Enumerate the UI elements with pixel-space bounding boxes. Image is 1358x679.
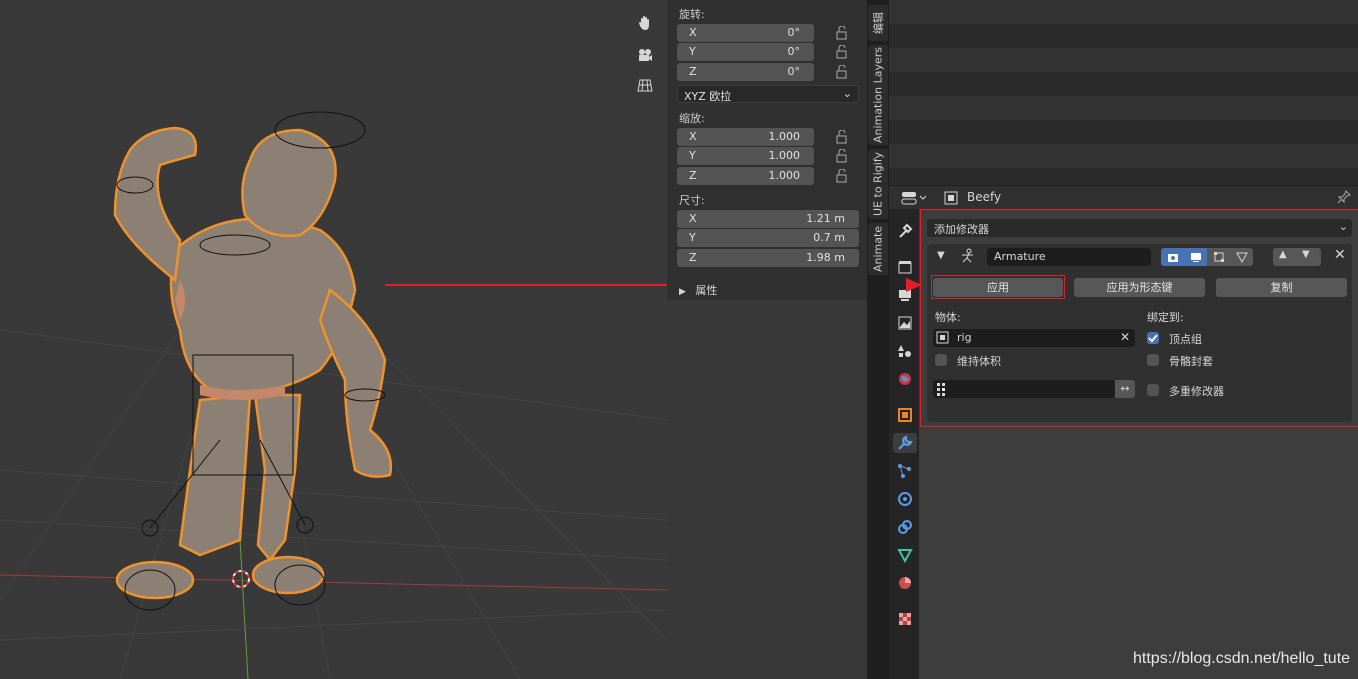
scale-x-field[interactable]: X 1.000 bbox=[677, 128, 814, 146]
scene-canvas[interactable] bbox=[0, 0, 667, 679]
constraints-icon[interactable] bbox=[895, 517, 915, 537]
rotation-label: 旋转: bbox=[679, 8, 705, 21]
texture-icon[interactable] bbox=[895, 609, 915, 629]
lock-scale-y-icon[interactable] bbox=[835, 149, 849, 163]
3d-viewport[interactable] bbox=[0, 0, 667, 679]
rotation-z-field[interactable]: Z 0° bbox=[677, 63, 814, 81]
properties-header: Beefy bbox=[889, 185, 1358, 210]
pin-icon[interactable] bbox=[1337, 190, 1351, 207]
properties-subpanel-header[interactable]: ▶ 属性 bbox=[679, 282, 717, 298]
scale-z-field[interactable]: Z 1.000 bbox=[677, 167, 814, 185]
grid-ortho-icon[interactable] bbox=[631, 72, 659, 98]
lock-scale-x-icon[interactable] bbox=[835, 130, 849, 144]
annotation-highlight-panel bbox=[920, 209, 1358, 427]
transform-section: 旋转: X 0° Y 0° Z 0° XYZ 欧拉 ⌄ 缩放: X 1.000 Y 1.00… bbox=[667, 0, 867, 300]
modifier-wrench-icon[interactable] bbox=[893, 433, 917, 453]
lock-rotation-x-icon[interactable] bbox=[835, 26, 849, 40]
lock-scale-z-icon[interactable] bbox=[835, 169, 849, 183]
watermark: https://blog.csdn.net/hello_tute bbox=[1133, 650, 1351, 667]
scale-y-field[interactable]: Y 1.000 bbox=[677, 147, 814, 165]
lock-rotation-y-icon[interactable] bbox=[835, 45, 849, 59]
dimensions-z-field[interactable]: Z 1.98 m bbox=[677, 249, 859, 267]
dimensions-label: 尺寸: bbox=[679, 194, 705, 207]
sidebar-vertical-tabs: 编辑 Animation Layers UE to Rigify Animate bbox=[867, 0, 889, 679]
annotation-arrowhead bbox=[906, 278, 922, 292]
tab-edit[interactable]: 编辑 bbox=[868, 5, 888, 41]
tab-animate[interactable]: Animate bbox=[868, 223, 888, 275]
rotation-x-field[interactable]: X 0° bbox=[677, 24, 814, 42]
dimensions-y-field[interactable]: Y 0.7 m bbox=[677, 229, 859, 247]
chevron-right-icon: ▶ bbox=[679, 287, 686, 297]
scale-label: 缩放: bbox=[679, 112, 705, 125]
editor-type-icon[interactable] bbox=[901, 190, 927, 206]
camera-icon[interactable] bbox=[631, 42, 659, 68]
material-icon[interactable] bbox=[895, 573, 915, 593]
outliner-area[interactable] bbox=[889, 0, 1358, 185]
scene-icon[interactable] bbox=[895, 341, 915, 361]
tab-ue-to-rigify[interactable]: UE to Rigify bbox=[868, 149, 888, 219]
data-mesh-icon[interactable] bbox=[895, 545, 915, 565]
character-mesh bbox=[113, 126, 393, 600]
pan-hand-icon[interactable] bbox=[631, 10, 659, 36]
tool-icon[interactable] bbox=[895, 221, 915, 241]
object-name: Beefy bbox=[967, 190, 1002, 204]
chevron-down-icon: ⌄ bbox=[842, 87, 852, 100]
particles-icon[interactable] bbox=[895, 461, 915, 481]
world-icon[interactable] bbox=[895, 369, 915, 389]
dimensions-x-field[interactable]: X 1.21 m bbox=[677, 210, 859, 228]
sidebar-transform-panel: 旋转: X 0° Y 0° Z 0° XYZ 欧拉 ⌄ 缩放: X 1.000 Y 1.00… bbox=[667, 0, 867, 679]
modifier-properties: 添加修改器 ⌄ ▼ Armature ▲ ▼ ✕ 应用 应用为形态键 复制 物体… bbox=[919, 209, 1358, 679]
physics-icon[interactable] bbox=[895, 489, 915, 509]
object-icon bbox=[944, 191, 958, 205]
rotation-y-field[interactable]: Y 0° bbox=[677, 43, 814, 61]
lock-rotation-z-icon[interactable] bbox=[835, 65, 849, 79]
rotation-mode-dropdown[interactable]: XYZ 欧拉 ⌄ bbox=[677, 85, 859, 103]
x-axis-line bbox=[0, 574, 667, 591]
view-layer-icon[interactable] bbox=[895, 313, 915, 333]
object-properties-icon[interactable] bbox=[895, 405, 915, 425]
render-icon[interactable] bbox=[895, 257, 915, 277]
tab-animation-layers[interactable]: Animation Layers bbox=[868, 45, 888, 145]
